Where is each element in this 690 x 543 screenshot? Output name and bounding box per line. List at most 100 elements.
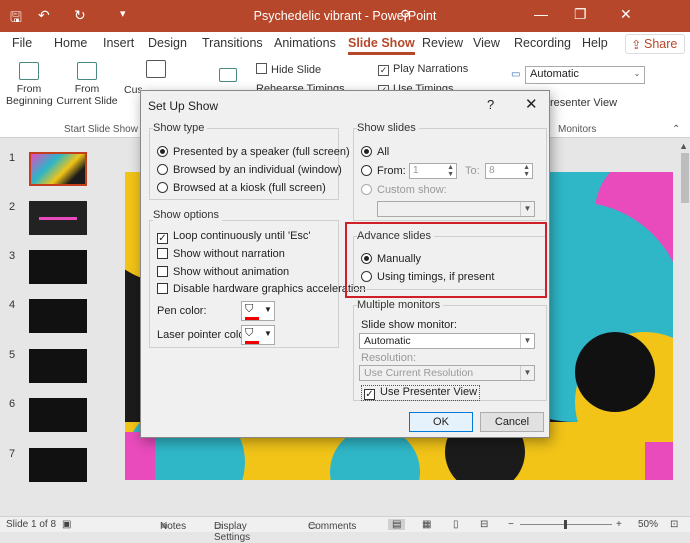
loop-continuously-checkbox[interactable]: ✓ Loop continuously until 'Esc': [157, 230, 311, 244]
hide-slide-icon: [256, 63, 267, 74]
all-slides-radio[interactable]: All: [361, 146, 389, 158]
reading-view-icon[interactable]: ▯: [453, 519, 459, 530]
ok-button[interactable]: OK: [409, 412, 473, 432]
use-presenter-view-checkbox[interactable]: ✓ Use Presenter View: [361, 385, 481, 401]
play-from-start-icon: [19, 62, 39, 80]
collapse-ribbon-icon[interactable]: ⌃: [672, 124, 680, 135]
share-button[interactable]: ⇪ Share: [625, 34, 685, 54]
slide-thumbnail-3[interactable]: [29, 250, 87, 284]
zoom-out-icon[interactable]: −: [508, 519, 514, 530]
show-type-legend: Show type: [153, 122, 208, 134]
slide-show-monitor-select[interactable]: Automatic ▼: [359, 333, 535, 349]
tab-file[interactable]: File: [12, 36, 32, 50]
slide-show-monitor-label: Slide show monitor:: [361, 319, 457, 331]
search-icon[interactable]: ⚲: [400, 7, 410, 24]
close-icon[interactable]: ✕: [525, 95, 538, 113]
tab-insert[interactable]: Insert: [103, 36, 134, 50]
slide-number: 1: [9, 152, 16, 164]
restore-icon[interactable]: ❐: [574, 6, 587, 23]
show-slides-legend: Show slides: [357, 122, 419, 134]
tab-recording[interactable]: Recording: [514, 36, 571, 50]
zoom-in-icon[interactable]: +: [616, 519, 622, 530]
zoom-level[interactable]: 50%: [638, 519, 658, 530]
chevron-down-icon: ▼: [264, 329, 272, 338]
slide-number: 6: [9, 398, 16, 410]
normal-view-icon[interactable]: ▤: [388, 519, 406, 530]
status-bar: Slide 1 of 8 ▣ ≐ Notes ▭ Display Setting…: [0, 516, 690, 543]
custom-show-radio[interactable]: Custom show:: [361, 184, 447, 196]
ribbon-tabs: File Home Insert Design Transitions Anim…: [0, 32, 690, 56]
slide-thumbnail-1[interactable]: [29, 152, 87, 186]
advance-slides-highlight: [345, 222, 547, 298]
group-monitors: Monitors: [558, 124, 597, 135]
slide-counter: Slide 1 of 8: [6, 519, 57, 530]
tab-slide-show[interactable]: Slide Show: [348, 36, 415, 55]
scroll-up-icon[interactable]: ▲: [679, 141, 688, 151]
show-without-animation-checkbox[interactable]: Show without animation: [157, 266, 289, 278]
help-icon[interactable]: ?: [487, 97, 494, 112]
custom-show-select[interactable]: ▼: [377, 201, 535, 217]
slide-thumbnail-2[interactable]: [29, 201, 87, 235]
use-presenter-view-ribbon[interactable]: resenter View: [550, 97, 617, 109]
from-beginning-button[interactable]: From Beginning: [6, 62, 53, 107]
from-slide-input[interactable]: 1 ▲ ▼: [409, 163, 457, 179]
close-window-icon[interactable]: ✕: [620, 6, 632, 23]
vertical-scrollbar[interactable]: [681, 153, 689, 203]
slide-thumbnails-pane: 1 2 3 4 5 6 7: [0, 139, 110, 516]
slide-number: 3: [9, 250, 16, 262]
chevron-down-icon: ▼: [264, 305, 272, 314]
slide-thumbnail-6[interactable]: [29, 398, 87, 432]
monitor-select[interactable]: Automatic ⌄: [525, 66, 645, 84]
spellcheck-icon[interactable]: ▣: [62, 519, 71, 530]
hide-slide-button[interactable]: Hide Slide: [256, 63, 321, 76]
set-up-slide-show-button[interactable]: [146, 60, 166, 81]
resolution-label: Resolution:: [361, 352, 417, 364]
from-slides-radio[interactable]: From:: [361, 165, 406, 177]
play-narrations-checkbox[interactable]: ✓ Play Narrations: [378, 63, 468, 76]
slide-thumbnail-5[interactable]: [29, 349, 87, 383]
show-options-legend: Show options: [153, 209, 223, 221]
tab-review[interactable]: Review: [422, 36, 463, 50]
from-current-slide-button[interactable]: From Current Slide: [56, 62, 118, 107]
tab-animations[interactable]: Animations: [274, 36, 336, 50]
laser-pointer-color-label: Laser pointer color:: [157, 329, 252, 341]
slide-number: 7: [9, 448, 16, 460]
slide-thumbnail-4[interactable]: [29, 299, 87, 333]
browsed-by-individual-radio[interactable]: Browsed by an individual (window): [157, 164, 342, 176]
minimize-icon[interactable]: —: [534, 6, 548, 22]
tab-view[interactable]: View: [473, 36, 500, 50]
spinner-icon[interactable]: ▲ ▼: [447, 164, 454, 178]
to-slide-input[interactable]: 8 ▲ ▼: [485, 163, 533, 179]
tab-transitions[interactable]: Transitions: [202, 36, 263, 50]
title-bar: 🖫 ↶ ↻ ▾ Psychedelic vibrant - PowerPoint…: [0, 0, 690, 32]
cancel-button[interactable]: Cancel: [480, 412, 544, 432]
slide-number: 4: [9, 299, 16, 311]
spinner-icon[interactable]: ▲ ▼: [523, 164, 530, 178]
to-label: To:: [465, 165, 480, 177]
pen-color-button[interactable]: ⛉ ▼: [241, 301, 275, 321]
pen-color-label: Pen color:: [157, 305, 207, 317]
zoom-slider-thumb[interactable]: [564, 520, 567, 529]
disable-hardware-acceleration-checkbox[interactable]: Disable hardware graphics acceleration: [157, 283, 366, 295]
slide-show-icon[interactable]: ⊟: [480, 519, 488, 530]
dialog-title: Set Up Show: [148, 99, 219, 113]
fit-to-window-icon[interactable]: ⊡: [670, 519, 678, 530]
browsed-at-kiosk-radio[interactable]: Browsed at a kiosk (full screen): [157, 182, 326, 194]
show-without-narration-checkbox[interactable]: Show without narration: [157, 248, 285, 260]
chevron-down-icon: ▼: [520, 366, 534, 380]
resolution-select[interactable]: Use Current Resolution ▼: [359, 365, 535, 381]
set-up-show-icon: [146, 60, 166, 78]
play-from-current-icon: [77, 62, 97, 80]
paint-bucket-icon: ⛉: [245, 327, 254, 339]
laser-pointer-color-button[interactable]: ⛉ ▼: [241, 325, 275, 345]
tab-design[interactable]: Design: [148, 36, 187, 50]
slide-sorter-icon[interactable]: ▦: [422, 519, 431, 530]
chevron-down-icon: ⌄: [633, 69, 641, 78]
presented-by-speaker-radio[interactable]: Presented by a speaker (full screen): [157, 146, 350, 158]
share-icon: ⇪: [631, 38, 642, 52]
tab-home[interactable]: Home: [54, 36, 87, 50]
slide-thumbnail-7[interactable]: [29, 448, 87, 482]
tab-help[interactable]: Help: [582, 36, 608, 50]
paint-bucket-icon: ⛉: [245, 303, 254, 315]
multiple-monitors-legend: Multiple monitors: [357, 299, 444, 311]
